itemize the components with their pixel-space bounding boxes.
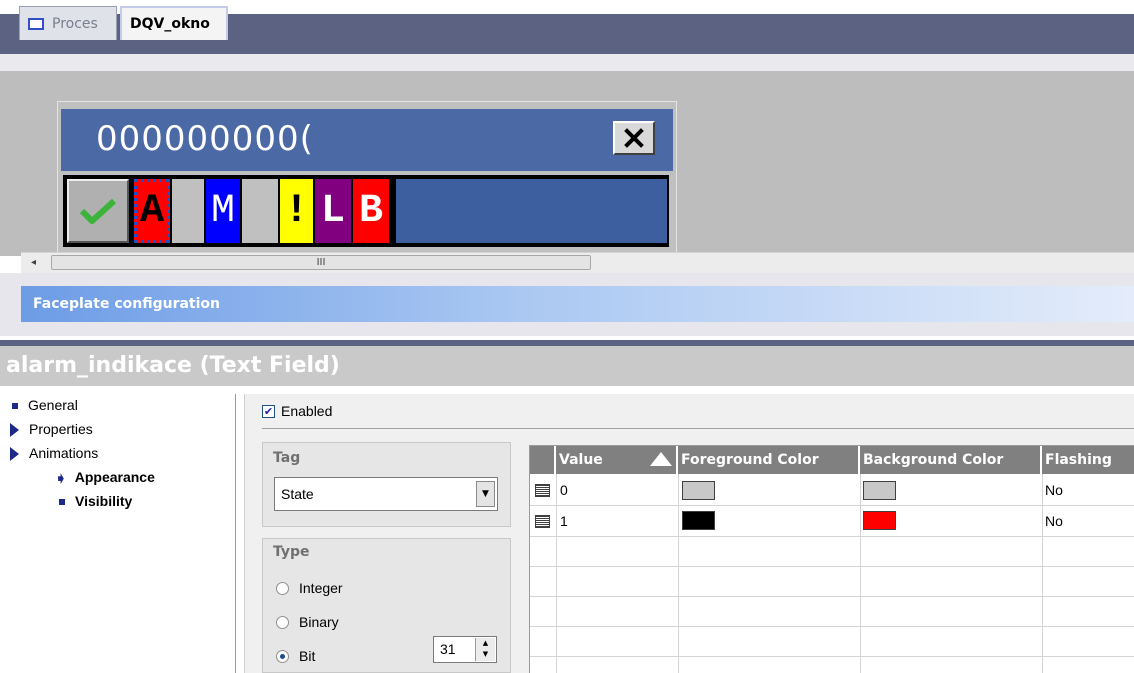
radio-label: Integer (299, 580, 343, 596)
tree-item-label: Animations (29, 445, 99, 461)
column-background-color[interactable]: Background Color (860, 446, 1042, 474)
column-foreground-color[interactable]: Foreground Color (678, 446, 860, 474)
tag-select[interactable]: State (274, 477, 498, 511)
column-value-label: Value (559, 452, 603, 468)
radio-integer[interactable]: Integer (276, 579, 343, 597)
tab-dqv-okno-label: DQV_okno (130, 16, 210, 32)
radio-selected-icon (276, 649, 289, 663)
appearance-table (529, 445, 1134, 673)
row-handle-icon (534, 514, 550, 528)
tree-item-properties[interactable]: Properties (10, 421, 93, 438)
expand-arrow-icon (10, 423, 19, 438)
indicator-empty (242, 179, 278, 243)
grid-line (530, 566, 1134, 567)
tree-item-label: General (28, 397, 78, 413)
acknowledge-button[interactable] (67, 179, 129, 243)
table-corner (530, 446, 556, 474)
tree-item-animations[interactable]: Animations (10, 445, 99, 462)
manual-indicator-m[interactable]: M (206, 179, 240, 243)
row-handle-icon (534, 483, 550, 497)
tree-item-label: Visibility (75, 493, 133, 509)
tree-item-label: Properties (29, 421, 93, 437)
foreground-color-swatch[interactable] (682, 511, 715, 530)
block-indicator-b[interactable]: B (353, 179, 389, 243)
tab-proces[interactable]: Proces (19, 6, 117, 40)
properties-title: alarm_indikace (Text Field) (0, 346, 1134, 386)
grid-line (556, 474, 557, 673)
sort-ascending-icon (650, 452, 672, 466)
warning-indicator[interactable]: ! (280, 179, 313, 243)
tag-heading: Tag (273, 450, 301, 466)
selected-arrow-icon: ➧ (55, 470, 67, 487)
enabled-label: Enabled (281, 403, 333, 419)
tree-item-visibility[interactable]: Visibility (59, 493, 132, 509)
grid-line (860, 474, 861, 673)
faceplate-close-button[interactable] (613, 121, 655, 155)
checkbox-checked-icon: ✔ (262, 404, 275, 418)
grid-line (678, 474, 679, 673)
grid-line (1042, 474, 1043, 673)
close-icon (624, 128, 644, 148)
faceplate-configuration-header[interactable]: Faceplate configuration (21, 286, 1134, 322)
column-flashing[interactable]: Flashing (1042, 446, 1134, 474)
grid-line (530, 596, 1134, 597)
tree-item-general[interactable]: General (12, 397, 78, 413)
local-indicator-l[interactable]: L (315, 179, 351, 243)
alarm-indicator-a[interactable]: A (134, 179, 170, 243)
radio-label: Bit (299, 648, 316, 664)
type-heading: Type (273, 544, 310, 560)
grid-line (530, 505, 1134, 506)
checkmark-icon (79, 198, 117, 224)
canvas-top-band (0, 54, 1134, 71)
foreground-color-swatch[interactable] (682, 481, 715, 500)
grid-line (530, 656, 1134, 657)
table-cell-flashing[interactable]: No (1045, 477, 1063, 503)
radio-label: Binary (299, 614, 339, 630)
background-color-swatch[interactable] (863, 481, 896, 500)
row-selector[interactable] (531, 508, 553, 534)
bit-number-value[interactable]: 31 (440, 640, 466, 658)
scrollbar-thumb[interactable]: III (51, 255, 591, 270)
row-selector[interactable] (531, 477, 553, 503)
grid-line (530, 536, 1134, 537)
faceplate-value-text: 000000000( (96, 119, 314, 159)
screen-icon (28, 17, 44, 30)
radio-bit[interactable]: Bit (276, 647, 315, 665)
column-value[interactable]: Value (556, 446, 678, 474)
table-cell-value[interactable]: 1 (560, 508, 568, 534)
radio-binary[interactable]: Binary (276, 613, 339, 631)
stepper-buttons[interactable]: ▲ ▼ (475, 638, 495, 661)
table-cell-flashing[interactable]: No (1045, 508, 1063, 534)
dropdown-arrow-icon[interactable]: ▼ (476, 481, 495, 507)
scroll-left-icon[interactable]: ◂ (31, 256, 43, 270)
square-bullet-icon (12, 403, 18, 410)
tree-item-appearance[interactable]: ➧ Appearance (55, 469, 155, 486)
expand-arrow-icon (10, 447, 19, 462)
tab-dqv-okno[interactable]: DQV_okno (120, 6, 228, 40)
tab-proces-label: Proces (52, 15, 98, 32)
tree-item-label: Appearance (74, 469, 155, 485)
indicator-empty (172, 179, 204, 243)
square-bullet-icon (59, 499, 65, 506)
radio-icon (276, 581, 289, 595)
enabled-checkbox[interactable]: ✔ Enabled (262, 402, 332, 420)
radio-icon (276, 615, 289, 629)
grid-line (530, 626, 1134, 627)
divider (262, 428, 1134, 429)
background-color-swatch[interactable] (863, 511, 896, 530)
faceplate-status-field (396, 179, 667, 243)
table-cell-value[interactable]: 0 (560, 477, 568, 503)
